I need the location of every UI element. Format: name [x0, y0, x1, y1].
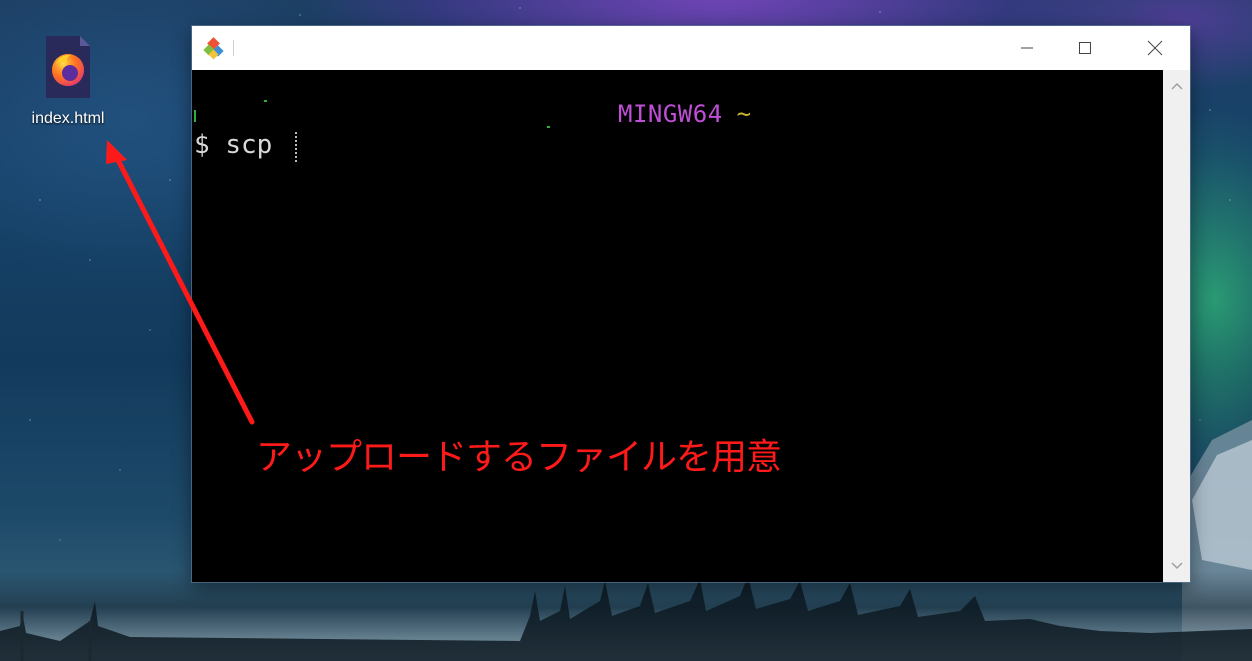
- vertical-scrollbar[interactable]: [1163, 70, 1190, 582]
- git-bash-window[interactable]: MINGW64 ~ $ scp: [192, 26, 1190, 582]
- window-titlebar[interactable]: [192, 26, 1190, 70]
- wallpaper-treeline: [0, 576, 1252, 661]
- terminal-artifact: [547, 126, 550, 128]
- maximize-icon: [1079, 42, 1091, 54]
- text-cursor: [295, 132, 298, 162]
- terminal-prompt-header: MINGW64 ~: [618, 100, 752, 128]
- terminal-artifact: [264, 100, 267, 102]
- maximize-button[interactable]: [1062, 26, 1108, 70]
- desktop-file-index-html[interactable]: index.html: [20, 36, 116, 136]
- firefox-html-file-icon: [43, 36, 93, 98]
- scroll-up-button[interactable]: [1163, 74, 1190, 98]
- annotation-caption: アップロードするファイルを用意: [256, 437, 782, 478]
- terminal-output[interactable]: MINGW64 ~ $ scp: [192, 70, 1163, 582]
- title-separator: [233, 40, 234, 56]
- minimize-icon: [1021, 47, 1033, 49]
- terminal-host-label: MINGW64: [618, 100, 723, 128]
- terminal-artifact: [194, 110, 196, 122]
- prompt-symbol: $: [194, 130, 210, 160]
- minimize-button[interactable]: [1004, 26, 1050, 70]
- close-icon: [1147, 40, 1163, 56]
- scroll-down-button[interactable]: [1163, 554, 1190, 578]
- terminal-path: ~: [736, 100, 752, 128]
- desktop-file-label: index.html: [31, 110, 105, 127]
- chevron-down-icon: [1170, 562, 1183, 570]
- chevron-up-icon: [1170, 82, 1183, 90]
- git-logo-icon[interactable]: [203, 37, 227, 61]
- terminal-command-line[interactable]: $ scp: [194, 130, 272, 160]
- terminal-command-text: scp: [225, 130, 273, 160]
- close-button[interactable]: [1132, 26, 1178, 70]
